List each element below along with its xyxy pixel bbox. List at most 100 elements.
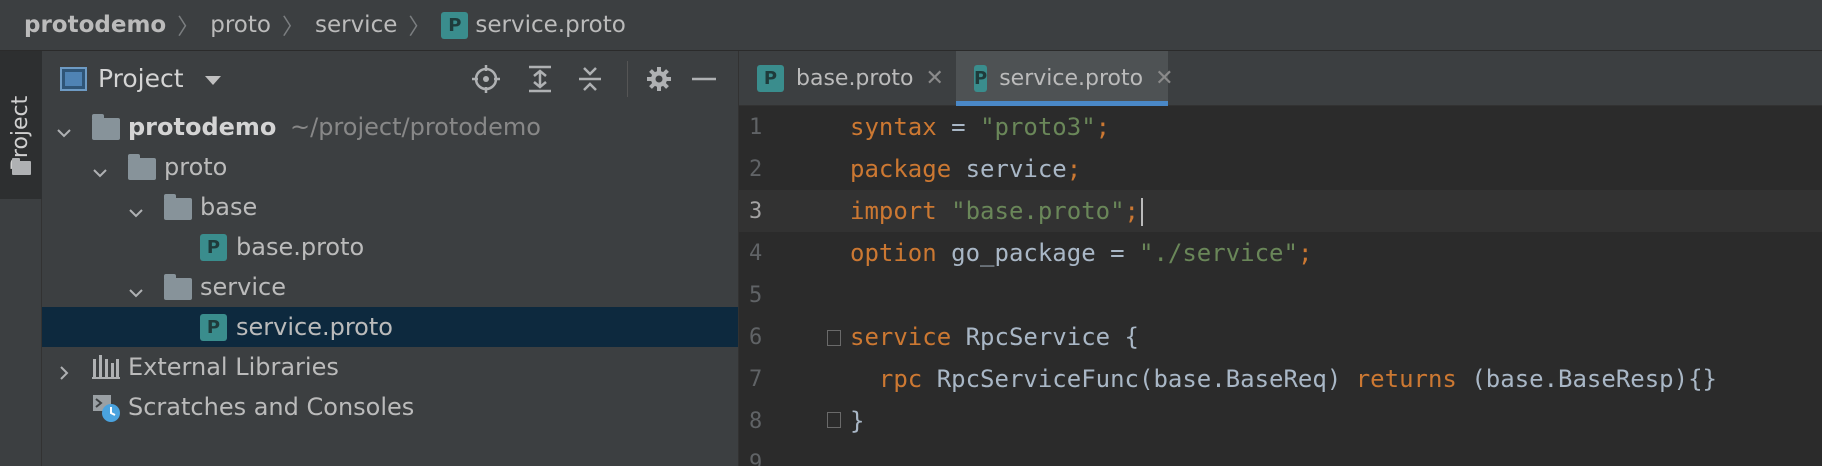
- chevron-down-icon[interactable]: [92, 159, 107, 178]
- tree-item-label: External Libraries: [128, 353, 339, 381]
- fold-end-icon[interactable]: [827, 412, 841, 428]
- code-text: import "base.proto";: [850, 197, 1143, 226]
- project-view-icon: [60, 67, 87, 91]
- tree-item-service-proto[interactable]: P service.proto: [42, 307, 738, 347]
- tree-item-service[interactable]: service: [42, 267, 738, 307]
- collapse-all-icon[interactable]: [574, 63, 606, 95]
- code-token: (base.BaseResp){}: [1456, 365, 1717, 393]
- code-token: RpcService {: [951, 323, 1139, 351]
- proto-file-icon: P: [441, 11, 469, 39]
- line-number: 2: [749, 156, 763, 182]
- line-number: 3: [749, 198, 763, 224]
- breadcrumb-service[interactable]: service: [315, 12, 397, 38]
- code-line[interactable]: 8 }: [739, 400, 1822, 442]
- folder-icon: [164, 194, 192, 220]
- breadcrumb-project[interactable]: protodemo: [24, 12, 166, 38]
- project-panel-header: Project: [42, 51, 738, 107]
- scratches-icon: [92, 393, 122, 423]
- editor-tabs: P base.proto ✕ P service.proto ✕: [739, 51, 1822, 106]
- line-number: 8: [749, 408, 763, 434]
- code-text: service RpcService {: [850, 323, 1139, 351]
- tab-base-proto[interactable]: P base.proto ✕: [739, 51, 956, 106]
- code-line[interactable]: 7 rpc RpcServiceFunc(base.BaseReq) retur…: [739, 358, 1822, 400]
- code-keyword: rpc: [850, 365, 923, 393]
- minimize-icon[interactable]: [688, 63, 720, 95]
- code-line[interactable]: 4 option go_package = "./service";: [739, 232, 1822, 274]
- code-text: rpc RpcServiceFunc(base.BaseReq) returns…: [850, 365, 1717, 393]
- project-tool-window-button[interactable]: Project: [0, 51, 42, 199]
- line-number: 9: [749, 450, 763, 466]
- tree-item-label: service: [200, 273, 286, 301]
- code-keyword: package: [850, 155, 952, 183]
- tree-item-base-proto[interactable]: P base.proto: [42, 227, 738, 267]
- code-line-current[interactable]: 3 import "base.proto";: [739, 190, 1822, 232]
- code-text: option go_package = "./service";: [850, 239, 1312, 267]
- code-keyword: syntax: [850, 113, 937, 141]
- code-line[interactable]: 1 syntax = "proto3";: [739, 106, 1822, 148]
- code-line[interactable]: 2 package service;: [739, 148, 1822, 190]
- toolbar-divider: [627, 61, 628, 97]
- close-icon[interactable]: ✕: [926, 66, 944, 91]
- breadcrumb-separator: 〉: [281, 15, 304, 40]
- tree-item-path: ~/project/protodemo: [290, 113, 541, 141]
- code-token: service: [951, 155, 1067, 183]
- code-keyword: ;: [1297, 239, 1313, 267]
- code-keyword: option: [850, 239, 937, 267]
- tree-item-proto[interactable]: proto: [42, 147, 738, 187]
- code-text: package service;: [850, 155, 1081, 183]
- line-number: 1: [749, 114, 763, 140]
- code-keyword: returns: [1355, 365, 1457, 393]
- code-token: =: [936, 113, 981, 141]
- tree-item-external-libraries[interactable]: External Libraries: [42, 347, 738, 387]
- code-string: "./service": [1139, 239, 1298, 267]
- code-line[interactable]: 9: [739, 442, 1822, 466]
- breadcrumb-separator: 〉: [177, 15, 200, 40]
- close-icon[interactable]: ✕: [1155, 66, 1173, 91]
- gear-icon[interactable]: [643, 63, 675, 95]
- code-editor[interactable]: 1 syntax = "proto3"; 2 package service; …: [739, 106, 1822, 466]
- tree-item-label: base: [200, 193, 258, 221]
- fold-icon[interactable]: [827, 330, 841, 346]
- project-view-title[interactable]: Project: [98, 64, 184, 93]
- tree-item-label: Scratches and Consoles: [128, 393, 415, 421]
- code-string: "base.proto": [951, 196, 1125, 225]
- breadcrumb-file[interactable]: service.proto: [475, 12, 625, 38]
- proto-file-icon: P: [200, 314, 227, 341]
- line-number: 6: [749, 324, 763, 350]
- chevron-down-icon[interactable]: [56, 119, 71, 138]
- code-text: }: [850, 407, 864, 435]
- tree-item-protodemo[interactable]: protodemo ~/project/protodemo: [42, 107, 738, 147]
- folder-icon: [164, 274, 192, 300]
- code-line[interactable]: 5: [739, 274, 1822, 316]
- chevron-down-icon[interactable]: [128, 199, 143, 218]
- chevron-down-icon[interactable]: [128, 279, 143, 298]
- breadcrumb-proto[interactable]: proto: [210, 12, 271, 38]
- chevron-right-icon[interactable]: [56, 359, 70, 380]
- code-line[interactable]: 6 service RpcService {: [739, 316, 1822, 358]
- line-number: 5: [749, 282, 763, 308]
- tree-item-label: base.proto: [236, 233, 365, 261]
- breadcrumb-separator: 〉: [408, 15, 431, 40]
- chevron-down-icon[interactable]: [205, 76, 221, 85]
- code-token: RpcServiceFunc(base.BaseReq): [922, 365, 1356, 393]
- tree-item-label: protodemo: [128, 113, 277, 141]
- proto-file-icon: P: [200, 234, 227, 261]
- folder-icon: [92, 114, 120, 140]
- code-keyword: service: [850, 323, 952, 351]
- project-tree: protodemo ~/project/protodemo proto base…: [42, 107, 738, 427]
- navigation-bar: protodemo 〉 proto 〉 service 〉 P service.…: [0, 0, 1822, 51]
- proto-file-icon: P: [757, 65, 784, 92]
- editor-area: P base.proto ✕ P service.proto ✕ 1 synta…: [739, 51, 1822, 466]
- tree-item-scratches[interactable]: Scratches and Consoles: [42, 387, 738, 427]
- tab-label: base.proto: [796, 66, 914, 91]
- tab-service-proto[interactable]: P service.proto ✕: [956, 51, 1174, 106]
- locate-icon[interactable]: [470, 63, 502, 95]
- tree-item-base[interactable]: base: [42, 187, 738, 227]
- code-string: "proto3": [980, 113, 1096, 141]
- library-icon: [92, 355, 120, 379]
- tab-label: service.proto: [999, 66, 1144, 91]
- expand-all-icon[interactable]: [524, 63, 556, 95]
- code-token: go_package =: [936, 239, 1139, 267]
- code-keyword: import: [850, 196, 937, 225]
